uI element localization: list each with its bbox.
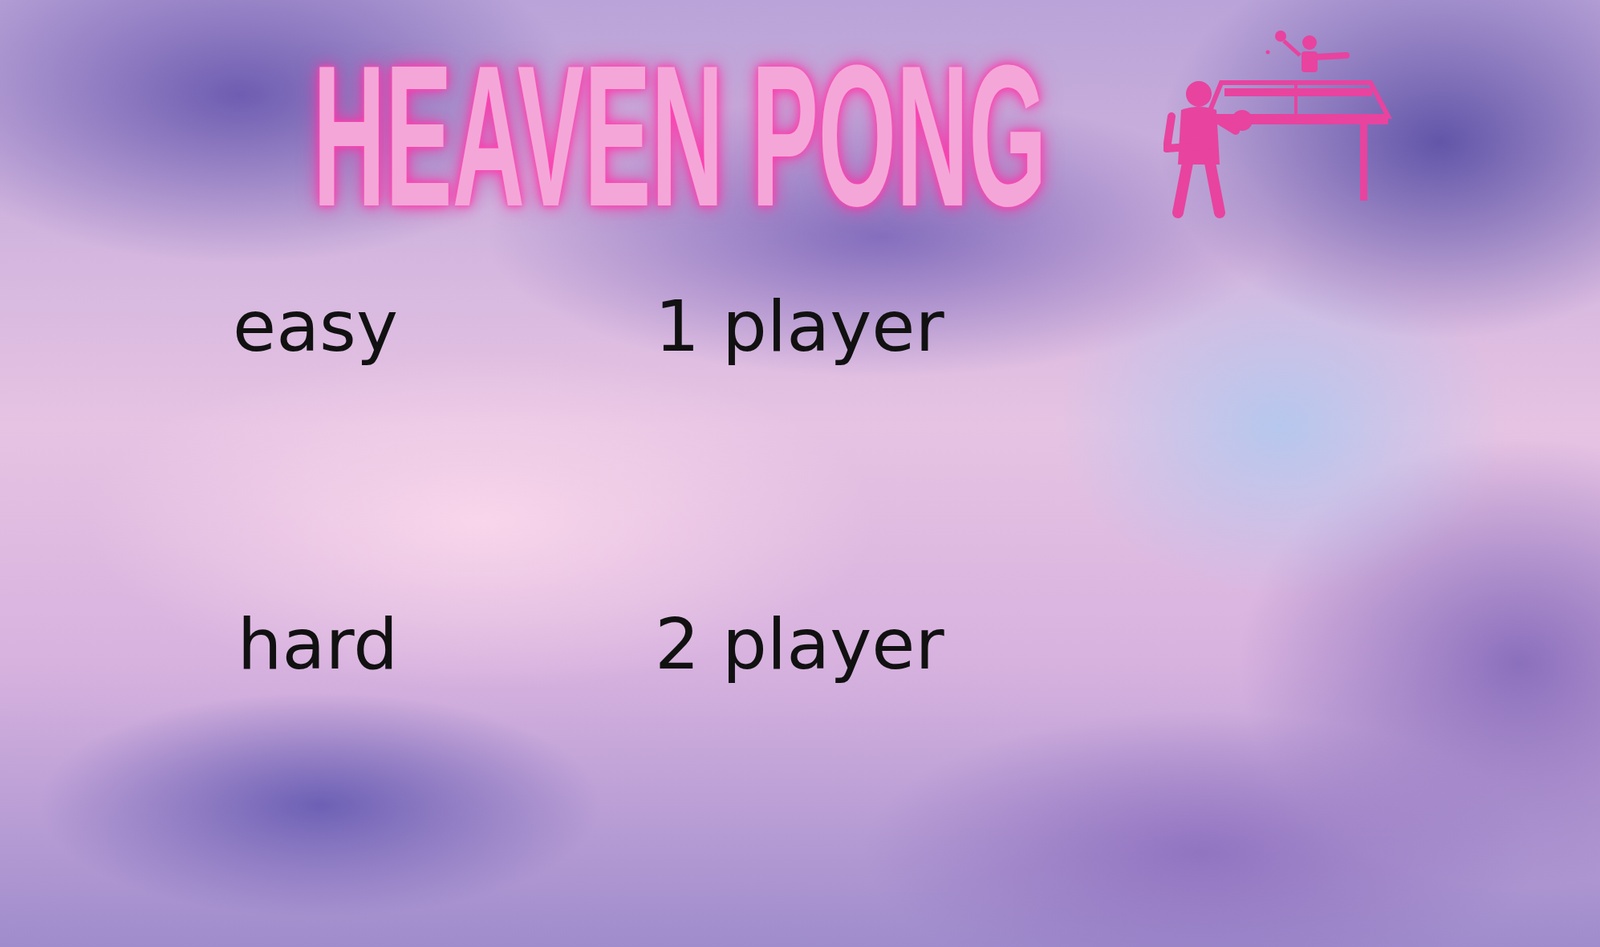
- header: HEAVEN PONG: [0, 0, 1600, 237]
- table-tennis-icon: [1163, 28, 1397, 221]
- menu-option[interactable]: easy: [0, 282, 403, 371]
- menu-option[interactable]: 1 player: [649, 282, 1600, 371]
- menu: easy 1 player hard 2 player: [0, 282, 1600, 689]
- menu-option[interactable]: 2 player: [649, 600, 1600, 689]
- menu-option[interactable]: hard: [0, 600, 403, 689]
- game-title: HEAVEN PONG: [312, 36, 1047, 237]
- title-wrap: HEAVEN PONG: [312, 36, 1084, 237]
